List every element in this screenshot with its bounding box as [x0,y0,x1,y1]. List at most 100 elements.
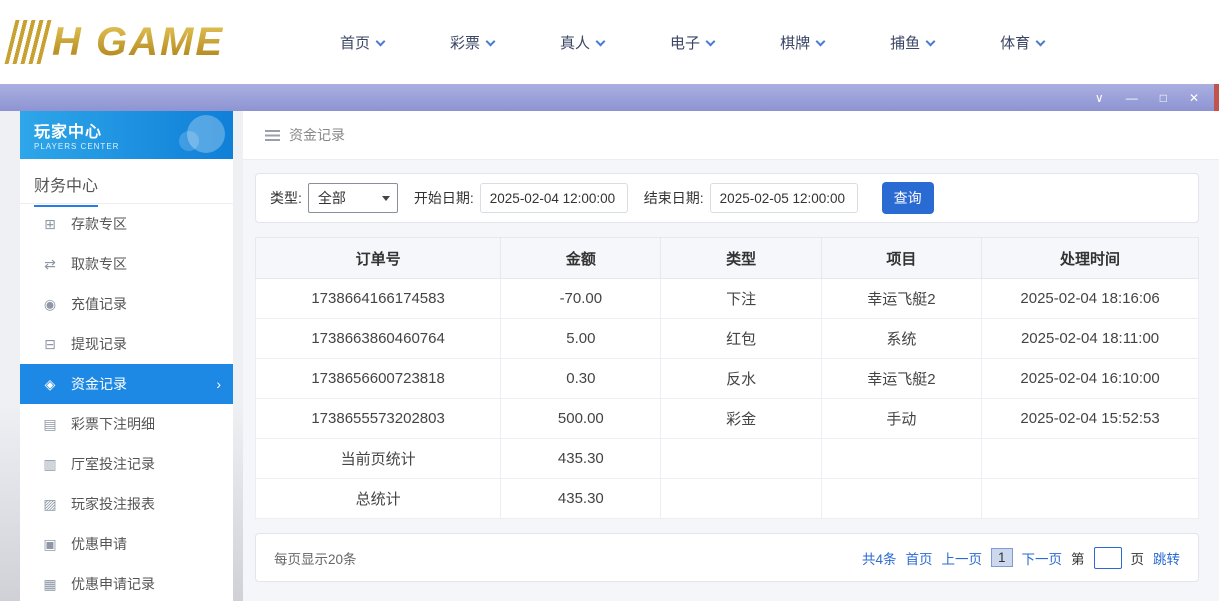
sidebar-item-label: 提现记录 [71,334,127,354]
table-cell [982,479,1199,519]
table-summary-row: 总统计 435.30 [256,479,1199,519]
sidebar-item-promo-application-records[interactable]: ▦ 优惠申请记录 [20,564,233,601]
per-page-label: 每页显示20条 [274,548,357,568]
lottery-details-icon: ▤ [42,416,58,433]
jump-page-input[interactable] [1094,547,1122,569]
table-cell: 1738656600723818 [256,359,501,399]
end-date-input[interactable] [710,183,858,213]
table-cell: 2025-02-04 16:10:00 [982,359,1199,399]
sidebar-item-label: 取款专区 [71,254,127,274]
select-caret-icon [382,196,390,201]
sidebar: 玩家中心 PLAYERS CENTER 财务中心 ⊞ 存款专区 ⇄ 取款专区 ◉… [20,111,233,601]
sidebar-item-label: 存款专区 [71,214,127,234]
table-cell: 当前页统计 [256,439,501,479]
sidebar-item-label: 充值记录 [71,294,127,314]
table-cell [821,479,981,519]
table-cell: 1738655573202803 [256,399,501,439]
main-nav: 首页 彩票 真人 电子 棋牌 捕鱼 体育 [340,32,1044,53]
total-count: 共4条 [862,548,897,568]
pagination-bar: 每页显示20条 共4条 首页 上一页 1 下一页 第 页 跳转 [255,533,1199,582]
sidebar-item-lottery-bet-details[interactable]: ▤ 彩票下注明细 [20,404,233,444]
promo-records-icon: ▦ [42,576,58,593]
nav-item-fishing[interactable]: 捕鱼 [890,32,934,53]
jump-suffix-label: 页 [1131,548,1145,568]
sidebar-item-label: 彩票下注明细 [71,414,155,434]
hall-bets-icon: ▥ [42,456,58,473]
type-label: 类型: [270,188,302,208]
sidebar-item-withdrawal-zone[interactable]: ⇄ 取款专区 [20,244,233,284]
prev-page-link[interactable]: 上一页 [941,548,982,568]
first-page-link[interactable]: 首页 [905,548,932,568]
sidebar-section-finance: 财务中心 [20,159,233,204]
table-cell: 幸运飞艇2 [821,359,981,399]
start-date-input[interactable] [480,183,628,213]
withdraw-icon: ⇄ [42,256,58,273]
table-cell: 435.30 [501,479,661,519]
nav-item-lottery[interactable]: 彩票 [450,32,494,53]
logo-stripes-icon [5,20,52,64]
top-header: H GAME 首页 彩票 真人 电子 棋牌 捕鱼 体育 [0,0,1219,84]
nav-item-board-games[interactable]: 棋牌 [780,32,824,53]
header-type: 类型 [661,238,821,279]
start-date-label: 开始日期: [414,188,474,208]
table-row: 1738655573202803 500.00 彩金 手动 2025-02-04… [256,399,1199,439]
minimize-icon[interactable]: — [1126,92,1138,104]
breadcrumb: 资金记录 [243,111,1219,160]
next-page-link[interactable]: 下一页 [1022,548,1063,568]
close-icon[interactable]: ✕ [1189,92,1199,104]
page-1-button[interactable]: 1 [991,548,1013,567]
header-order-no: 订单号 [256,238,501,279]
table-cell: 反水 [661,359,821,399]
header-amount: 金额 [501,238,661,279]
sidebar-item-funds-records[interactable]: ◈ 资金记录 › [20,364,233,404]
sidebar-item-label: 玩家投注报表 [71,494,155,514]
sidebar-item-player-bet-report[interactable]: ▨ 玩家投注报表 [20,484,233,524]
table-cell: 2025-02-04 15:52:53 [982,399,1199,439]
pager: 共4条 首页 上一页 1 下一页 第 页 跳转 [862,547,1180,569]
chevron-down-icon [596,36,606,46]
table-cell: 435.30 [501,439,661,479]
maximize-icon[interactable]: □ [1160,92,1167,104]
sidebar-item-withdrawal-records[interactable]: ⊟ 提现记录 [20,324,233,364]
window-titlebar: ∨ — □ ✕ [0,84,1219,111]
search-button[interactable]: 查询 [882,182,934,214]
table-header-row: 订单号 金额 类型 项目 处理时间 [256,238,1199,279]
sidebar-item-promo-application[interactable]: ▣ 优惠申请 [20,524,233,564]
titlebar-chevron-down-icon[interactable]: ∨ [1095,92,1104,104]
table-cell: 彩金 [661,399,821,439]
sidebar-title: 玩家中心 [34,118,219,142]
table-cell: 手动 [821,399,981,439]
type-select[interactable]: 全部 [308,183,398,213]
nav-item-home[interactable]: 首页 [340,32,384,53]
nav-item-live[interactable]: 真人 [560,32,604,53]
sidebar-item-label: 优惠申请 [71,534,127,554]
promo-icon: ▣ [42,536,58,553]
table-cell [661,479,821,519]
header-project: 项目 [821,238,981,279]
filter-bar: 类型: 全部 开始日期: 结束日期: 查询 [255,173,1199,223]
nav-item-electronic[interactable]: 电子 [670,32,714,53]
table-row: 1738663860460764 5.00 红包 系统 2025-02-04 1… [256,319,1199,359]
table-cell: -70.00 [501,279,661,319]
sidebar-item-recharge-records[interactable]: ◉ 充值记录 [20,284,233,324]
logo-text: H GAME [52,20,224,65]
chevron-down-icon [816,36,826,46]
content-area: 玩家中心 PLAYERS CENTER 财务中心 ⊞ 存款专区 ⇄ 取款专区 ◉… [0,111,1219,601]
sidebar-item-hall-bet-records[interactable]: ▥ 厅室投注记录 [20,444,233,484]
main-panel: 资金记录 类型: 全部 开始日期: 结束日期: 查询 [243,111,1219,601]
page-title: 资金记录 [289,125,345,145]
sidebar-item-label: 资金记录 [71,374,127,394]
nav-item-sports[interactable]: 体育 [1000,32,1044,53]
sidebar-item-label: 优惠申请记录 [71,574,155,594]
logo[interactable]: H GAME [10,20,300,65]
recharge-icon: ◉ [42,296,58,313]
deposit-icon: ⊞ [42,216,58,233]
hamburger-icon [265,130,280,141]
table-cell: 2025-02-04 18:11:00 [982,319,1199,359]
sidebar-subtitle: PLAYERS CENTER [34,142,219,151]
table-cell [661,439,821,479]
sidebar-menu: ⊞ 存款专区 ⇄ 取款专区 ◉ 充值记录 ⊟ 提现记录 ◈ 资金记录 › ▤ [20,204,233,601]
table-cell: 500.00 [501,399,661,439]
sidebar-item-deposit-zone[interactable]: ⊞ 存款专区 [20,204,233,244]
jump-button[interactable]: 跳转 [1153,548,1180,568]
